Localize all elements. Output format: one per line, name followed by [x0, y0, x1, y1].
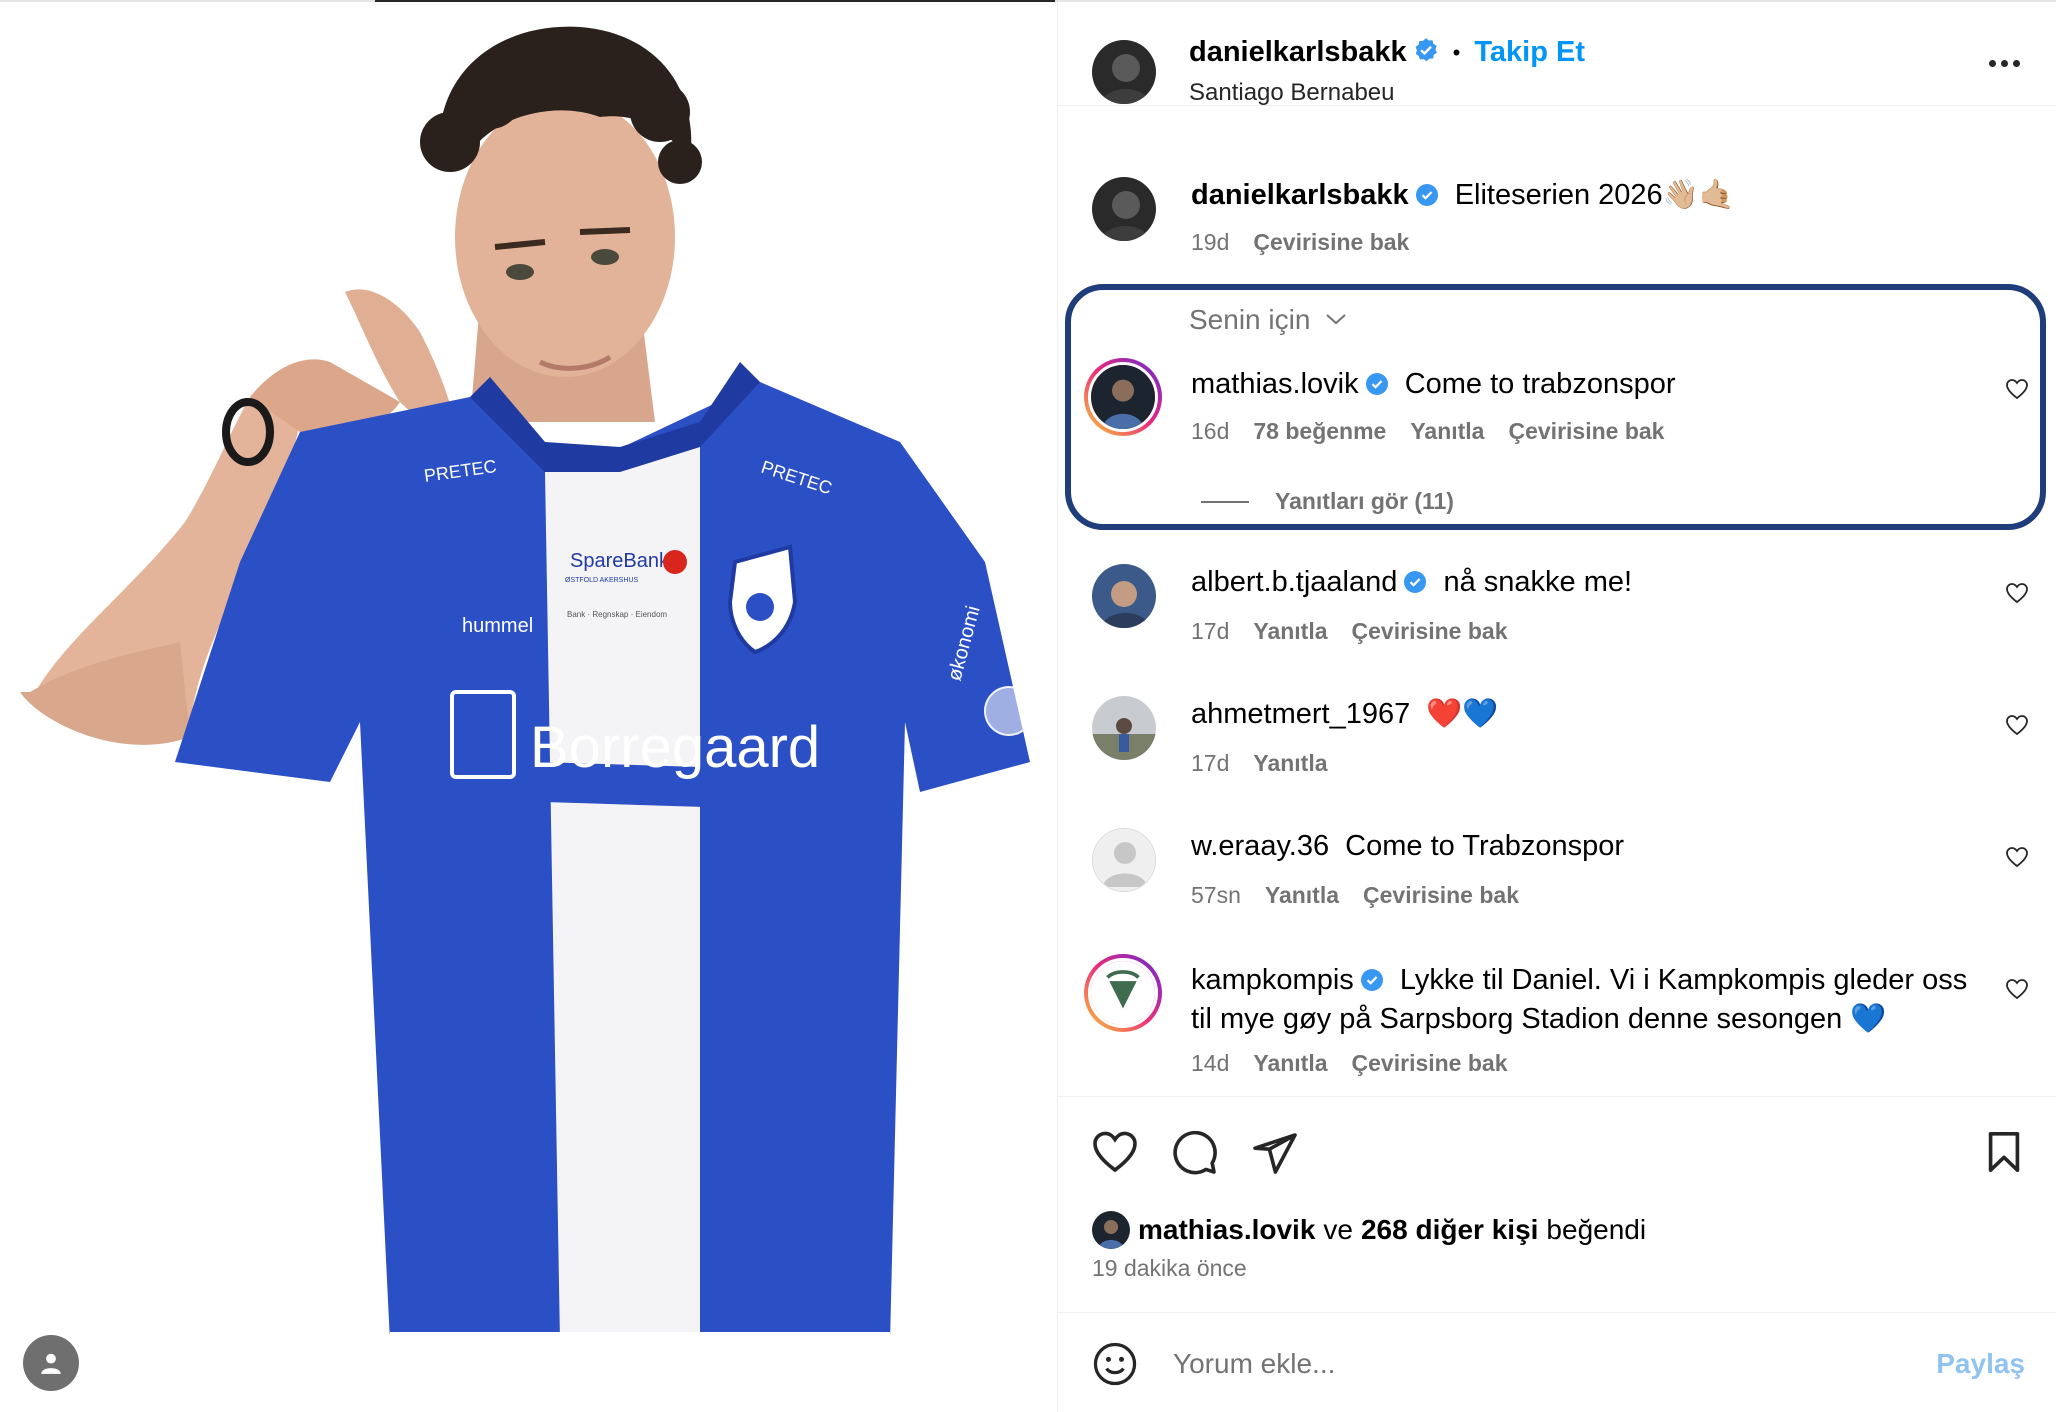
tagged-user-icon[interactable] — [23, 1335, 79, 1391]
reply-button[interactable]: Yanıtla — [1265, 882, 1339, 909]
comment-text: Come to Trabzonspor — [1345, 830, 1625, 862]
jersey-bank-small-text: Bank · Regnskap · Eiendom — [567, 610, 667, 619]
follow-button[interactable]: Takip Et — [1474, 36, 1585, 69]
reply-button[interactable]: Yanıtla — [1253, 750, 1327, 777]
post-timestamp[interactable]: 19 dakika önce — [1092, 1255, 1247, 1282]
jersey-sponsor-text: Borregaard — [530, 715, 820, 780]
comment-filter-label: Senin için — [1189, 304, 1311, 335]
save-bookmark-icon[interactable] — [1981, 1129, 2027, 1175]
reply-button[interactable]: Yanıtla — [1410, 418, 1484, 445]
comment-age: 16d — [1191, 418, 1230, 444]
caption-avatar[interactable] — [1092, 177, 1156, 241]
chevron-down-icon — [1326, 314, 1346, 325]
comment-age: 14d — [1191, 1050, 1230, 1076]
verified-badge-icon — [1415, 180, 1439, 216]
comment-avatar[interactable] — [1092, 564, 1156, 628]
post-location[interactable]: Santiago Bernabeu — [1189, 79, 1395, 107]
caption-text: Eliteserien 2026👋🏼🤙🏼 — [1454, 179, 1735, 211]
default-avatar-icon[interactable] — [1092, 828, 1156, 892]
comment-likes-count[interactable]: 78 beğenme — [1253, 418, 1386, 445]
caption-translate-link[interactable]: Çevirisine bak — [1253, 229, 1409, 256]
likes-suffix: beğendi — [1546, 1214, 1647, 1245]
verified-badge-icon — [1360, 965, 1384, 1001]
post-detail-panel: danielkarlsbakk • Takip Et Santiago Bern… — [1057, 2, 2056, 1412]
verified-badge-icon — [1403, 567, 1427, 603]
likes-connector: ve — [1323, 1214, 1353, 1245]
view-replies-label: Yanıtları gör (11) — [1275, 488, 1454, 514]
liker-avatar[interactable] — [1092, 1211, 1130, 1249]
comment-username[interactable]: albert.b.tjaaland — [1191, 566, 1397, 598]
like-comment-heart-icon[interactable] — [2005, 846, 2029, 870]
comment-avatar[interactable] — [1084, 954, 1162, 1032]
more-options-icon[interactable] — [1989, 60, 2020, 67]
like-comment-heart-icon[interactable] — [2005, 978, 2029, 1002]
comment-input[interactable]: Yorum ekle... — [1173, 1348, 1335, 1380]
emoji-smiley-icon[interactable] — [1092, 1341, 1138, 1387]
translate-link[interactable]: Çevirisine bak — [1352, 618, 1508, 645]
liker-username[interactable]: mathias.lovik — [1138, 1214, 1315, 1246]
post-header: danielkarlsbakk • Takip Et Santiago Bern… — [1058, 2, 2056, 106]
comment-text: nå snakke me! — [1443, 566, 1633, 598]
comment-composer: Yorum ekle... Paylaş — [1058, 1312, 2056, 1412]
verified-badge-icon — [1413, 37, 1439, 68]
author-avatar[interactable] — [1092, 40, 1156, 104]
comment-avatar[interactable] — [1084, 358, 1162, 436]
comment-age: 17d — [1191, 618, 1230, 644]
reply-button[interactable]: Yanıtla — [1253, 618, 1327, 645]
author-username[interactable]: danielkarlsbakk — [1189, 36, 1407, 69]
like-comment-heart-icon[interactable] — [2005, 714, 2029, 738]
likes-others-count[interactable]: 268 diğer kişi — [1361, 1214, 1538, 1246]
share-paper-plane-icon[interactable] — [1251, 1129, 1299, 1177]
like-comment-heart-icon[interactable] — [2005, 582, 2029, 606]
comment-age: 17d — [1191, 750, 1230, 776]
like-heart-icon[interactable] — [1091, 1129, 1139, 1177]
post-media[interactable]: Borregaard SpareBank ØSTFOLD AKERSHUS Ba… — [0, 2, 1057, 1412]
comment-text-line1: Lykke til Daniel. Vi i Kampkompis gleder… — [1399, 964, 1968, 996]
comment-bubble-icon[interactable] — [1171, 1129, 1219, 1177]
jersey-brand-text: hummel — [462, 615, 533, 637]
post-comment-button[interactable]: Paylaş — [1936, 1348, 2025, 1380]
view-replies-button[interactable]: Yanıtları gör (11) — [1201, 488, 1454, 515]
caption-age: 19d — [1191, 229, 1230, 255]
header-separator: • — [1452, 39, 1461, 65]
like-comment-heart-icon[interactable] — [2005, 378, 2029, 402]
verified-badge-icon — [1365, 369, 1389, 405]
comment-text: ❤️💙 — [1426, 698, 1499, 730]
translate-link[interactable]: Çevirisine bak — [1363, 882, 1519, 909]
comment-filter-dropdown[interactable]: Senin için — [1189, 304, 1348, 336]
comment-username[interactable]: ahmetmert_1967 — [1191, 698, 1410, 730]
player-photo: Borregaard SpareBank ØSTFOLD AKERSHUS Ba… — [20, 26, 1030, 1412]
reply-button[interactable]: Yanıtla — [1253, 1050, 1327, 1077]
comment-username[interactable]: mathias.lovik — [1191, 368, 1359, 400]
comment-text-line2: til mye gøy på Sarpsborg Stadion denne s… — [1191, 1003, 1887, 1035]
comment-text: Come to trabzonspor — [1404, 368, 1676, 400]
comment-username[interactable]: kampkompis — [1191, 964, 1354, 996]
translate-link[interactable]: Çevirisine bak — [1508, 418, 1664, 445]
comment-age: 57sn — [1191, 882, 1241, 908]
carousel-dots — [510, 1374, 536, 1383]
next-media-button[interactable] — [984, 686, 1034, 736]
translate-link[interactable]: Çevirisine bak — [1352, 1050, 1508, 1077]
jersey-bank-text: SpareBank — [570, 550, 670, 572]
jersey-bank-region-text: ØSTFOLD AKERSHUS — [565, 577, 638, 584]
likes-summary: mathias.lovik ve 268 diğer kişi beğendi — [1092, 1211, 1646, 1249]
caption-username[interactable]: danielkarlsbakk — [1191, 179, 1409, 211]
comment-username[interactable]: w.eraay.36 — [1191, 830, 1329, 862]
comment-avatar[interactable] — [1092, 696, 1156, 760]
post-actions: mathias.lovik ve 268 diğer kişi beğendi … — [1058, 1096, 2056, 1316]
